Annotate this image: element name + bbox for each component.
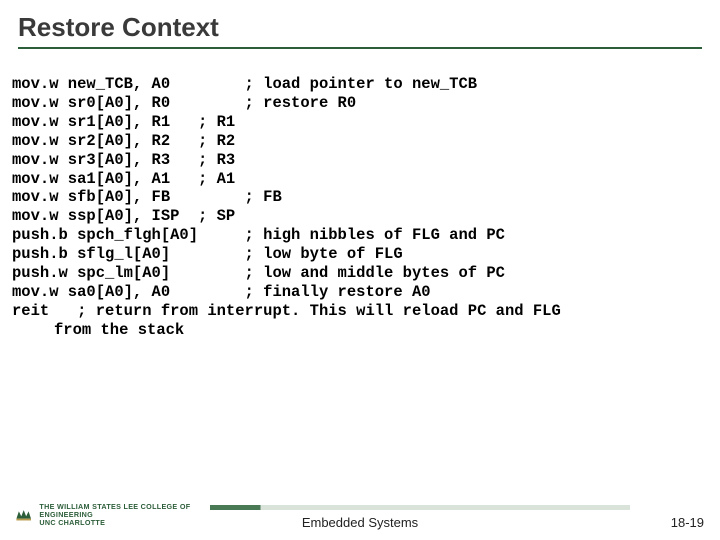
code-line: mov.w sr1[A0], R1 ; R1 bbox=[12, 113, 235, 131]
code-line: push.b spch_flgh[A0] ; high nibbles of F… bbox=[12, 226, 505, 244]
code-line: push.b sflg_l[A0] ; low byte of FLG bbox=[12, 245, 403, 263]
code-line: mov.w sr0[A0], R0 ; restore R0 bbox=[12, 94, 356, 112]
code-line-indent: from the stack bbox=[12, 321, 708, 340]
code-line: mov.w sr3[A0], R3 ; R3 bbox=[12, 151, 235, 169]
slide: Restore Context mov.w new_TCB, A0 ; load… bbox=[0, 0, 720, 540]
code-line: reit ; return from interrupt. This will … bbox=[12, 302, 561, 320]
code-line: mov.w sfb[A0], FB ; FB bbox=[12, 188, 282, 206]
code-line: mov.w new_TCB, A0 ; load pointer to new_… bbox=[12, 75, 477, 93]
code-line: mov.w sr2[A0], R2 ; R2 bbox=[12, 132, 235, 150]
footer-center-text: Embedded Systems bbox=[0, 515, 720, 530]
footer-accent-bar bbox=[210, 505, 630, 510]
footer: THE WILLIAM STATES LEE COLLEGE OF ENGINE… bbox=[0, 492, 720, 540]
code-line: push.w spc_lm[A0] ; low and middle bytes… bbox=[12, 264, 505, 282]
title-area: Restore Context bbox=[0, 0, 720, 55]
title-underline bbox=[18, 47, 702, 49]
code-line: mov.w ssp[A0], ISP ; SP bbox=[12, 207, 235, 225]
page-number: 18-19 bbox=[671, 515, 704, 530]
page-title: Restore Context bbox=[18, 12, 702, 43]
code-line: mov.w sa0[A0], A0 ; finally restore A0 bbox=[12, 283, 431, 301]
code-line: mov.w sa1[A0], A1 ; A1 bbox=[12, 170, 235, 188]
code-block: mov.w new_TCB, A0 ; load pointer to new_… bbox=[0, 55, 720, 340]
